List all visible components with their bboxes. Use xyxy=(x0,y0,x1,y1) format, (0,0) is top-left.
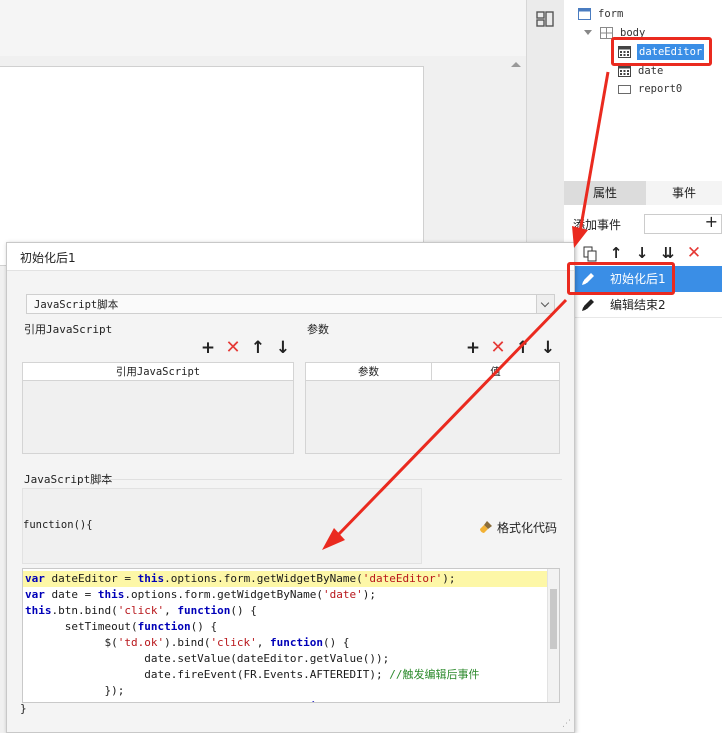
move-up-icon[interactable]: ↑ xyxy=(608,244,624,262)
move-up-icon[interactable]: ↑ xyxy=(515,339,531,357)
closing-brace: } xyxy=(20,702,27,715)
move-down-icon[interactable]: ↓ xyxy=(634,244,650,262)
ref-js-label: 引用JavaScript xyxy=(24,323,113,336)
code-content[interactable]: var dateEditor = this.options.form.getWi… xyxy=(25,571,480,702)
tab-events[interactable]: 事件 xyxy=(646,181,722,205)
format-code-button[interactable]: 格式化代码 xyxy=(479,519,557,537)
divider xyxy=(100,479,562,480)
event-editor-dialog: 初始化后1 JavaScript脚本 引用JavaScript + ✕ ↑ ↓ … xyxy=(6,242,575,733)
resize-grip-icon[interactable]: ⋰ xyxy=(562,719,571,729)
scrollbar-thumb[interactable] xyxy=(550,589,557,649)
layout-icon[interactable] xyxy=(536,11,554,27)
event-label: 编辑结束2 xyxy=(610,298,666,312)
date-widget-icon xyxy=(618,65,631,77)
tree-label-report0: report0 xyxy=(638,83,683,95)
panel-tabs: 属性 事件 xyxy=(564,181,722,205)
dialog-title: 初始化后1 xyxy=(20,251,76,265)
add-event-plus-button[interactable]: + xyxy=(705,212,718,231)
design-canvas[interactable] xyxy=(0,66,424,266)
expand-arrow-icon[interactable] xyxy=(584,30,592,35)
copy-icon[interactable] xyxy=(582,245,598,263)
ref-js-table[interactable]: 引用JavaScript xyxy=(22,362,294,454)
tree-label-form: form xyxy=(598,8,624,20)
value-column-header: 值 xyxy=(432,363,559,381)
tab-properties[interactable]: 属性 xyxy=(564,181,646,205)
code-scrollbar[interactable] xyxy=(547,569,559,702)
script-type-select[interactable]: JavaScript脚本 xyxy=(26,294,555,314)
move-down-icon[interactable]: ↓ xyxy=(275,339,291,357)
chevron-down-icon[interactable] xyxy=(536,295,554,313)
event-list-item[interactable]: 编辑结束2 xyxy=(564,292,722,318)
function-head: function(){ xyxy=(23,519,93,531)
format-code-label: 格式化代码 xyxy=(497,521,558,535)
add-icon[interactable]: + xyxy=(465,339,481,357)
report-block-icon xyxy=(618,85,631,94)
delete-icon[interactable]: ✕ xyxy=(225,339,241,357)
dialog-title-bar[interactable]: 初始化后1 xyxy=(7,243,574,271)
params-column-header: 参数 xyxy=(306,363,432,381)
move-bottom-icon[interactable]: ⇊ xyxy=(660,244,676,262)
right-panel: form body dateEditor date report0 属性 事件 … xyxy=(564,0,722,733)
event-toolbar: ↑ ↓ ⇊ ✕ xyxy=(580,244,722,264)
params-table[interactable]: 参数 值 xyxy=(305,362,560,454)
delete-event-icon[interactable]: ✕ xyxy=(686,244,702,262)
move-down-icon[interactable]: ↓ xyxy=(540,339,556,357)
script-type-value: JavaScript脚本 xyxy=(34,299,119,311)
code-editor[interactable]: var dateEditor = this.options.form.getWi… xyxy=(22,568,560,703)
editor-toolbar-area xyxy=(0,0,526,56)
form-icon xyxy=(578,8,591,20)
add-event-label: 添加事件 xyxy=(573,218,622,232)
js-script-label: JavaScript脚本 xyxy=(24,473,113,486)
move-up-icon[interactable]: ↑ xyxy=(250,339,266,357)
add-icon[interactable]: + xyxy=(200,339,216,357)
brush-icon xyxy=(480,521,492,533)
edit-pencil-icon xyxy=(582,299,594,311)
annotation-box-dateeditor xyxy=(611,37,712,66)
annotation-box-event xyxy=(567,262,675,295)
params-label: 参数 xyxy=(307,323,329,336)
ref-js-column-header: 引用JavaScript xyxy=(23,363,293,381)
delete-icon[interactable]: ✕ xyxy=(490,339,506,357)
scroll-up-icon[interactable] xyxy=(511,62,521,67)
canvas-scrollbar[interactable] xyxy=(506,58,526,258)
add-event-dropdown[interactable]: + xyxy=(644,212,722,234)
